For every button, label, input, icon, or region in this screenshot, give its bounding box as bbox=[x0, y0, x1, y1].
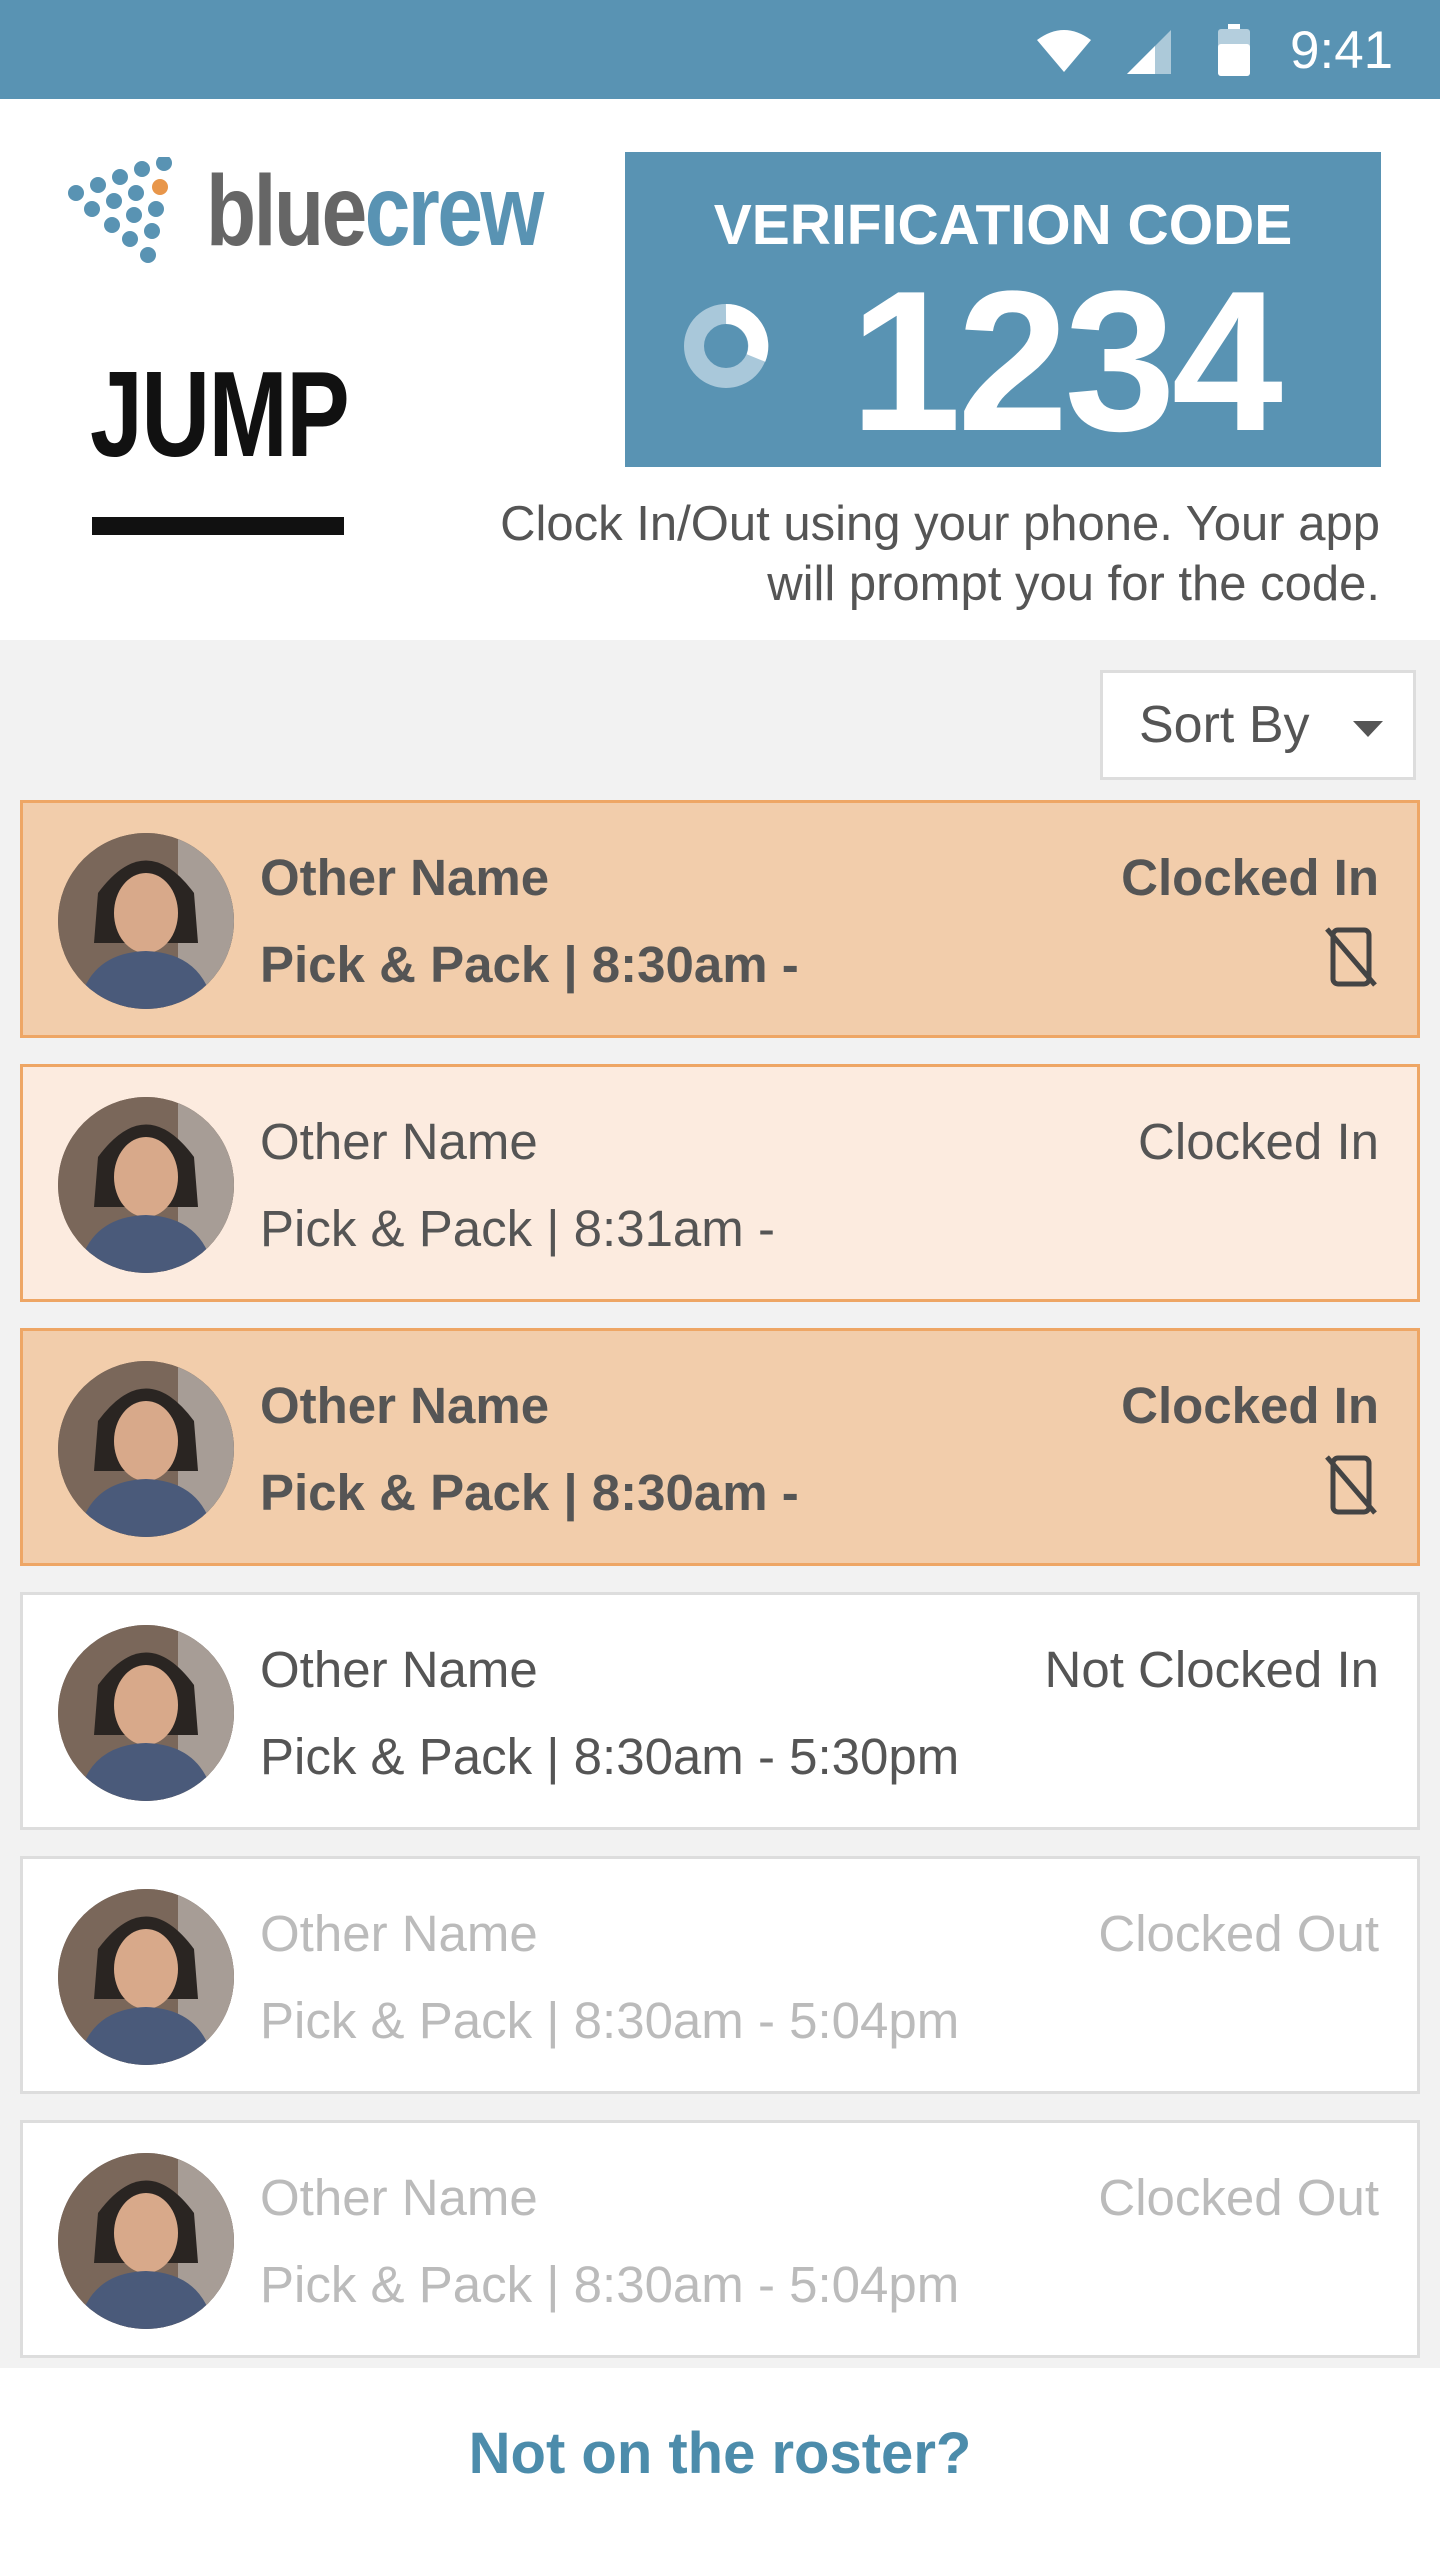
header: bluecrew JUMP VERIFICATION CODE 1234 Clo… bbox=[0, 99, 1440, 640]
employee-name: Other Name bbox=[260, 1113, 538, 1170]
logo-dots-icon bbox=[68, 157, 172, 263]
roster-row[interactable]: Other Name Pick & Pack | 8:30am - Clocke… bbox=[20, 1328, 1420, 1566]
phone-off-icon bbox=[1325, 1455, 1377, 1515]
client-name-underline bbox=[92, 517, 344, 535]
not-on-roster-link[interactable]: Not on the roster? bbox=[0, 2420, 1440, 2487]
caret-down-icon bbox=[1353, 721, 1383, 737]
verification-code-value: 1234 bbox=[850, 250, 1283, 473]
logo-word-blue: blue bbox=[206, 155, 367, 267]
verification-code-box: VERIFICATION CODE 1234 bbox=[625, 152, 1381, 472]
avatar bbox=[58, 2153, 234, 2329]
sort-by-label: Sort By bbox=[1139, 696, 1310, 754]
avatar bbox=[58, 1097, 234, 1273]
employee-shift: Pick & Pack | 8:30am - bbox=[260, 1464, 799, 1521]
employee-name: Other Name bbox=[260, 1905, 538, 1962]
employee-name: Other Name bbox=[260, 1641, 538, 1698]
roster-row[interactable]: Other Name Pick & Pack | 8:30am - 5:04pm… bbox=[20, 2120, 1420, 2358]
roster-row[interactable]: Other Name Pick & Pack | 8:30am - 5:30pm… bbox=[20, 1592, 1420, 1830]
employee-shift: Pick & Pack | 8:30am - 5:30pm bbox=[260, 1728, 960, 1785]
logo-word-crew: crew bbox=[364, 155, 545, 267]
clock-status: Clocked In bbox=[1138, 1113, 1379, 1170]
wifi-icon bbox=[1037, 30, 1091, 72]
employee-shift: Pick & Pack | 8:30am - 5:04pm bbox=[260, 2256, 960, 2313]
verification-code-label: VERIFICATION CODE bbox=[713, 193, 1293, 257]
avatar bbox=[58, 1625, 234, 1801]
status-bar: 9:41 bbox=[0, 0, 1440, 99]
avatar bbox=[58, 1361, 234, 1537]
employee-shift: Pick & Pack | 8:31am - bbox=[260, 1200, 775, 1257]
countdown-timer-icon bbox=[684, 303, 769, 388]
roster-list: Sort By Other Name Pick & Pack | 8:30am … bbox=[0, 640, 1440, 2368]
employee-shift: Pick & Pack | 8:30am - bbox=[260, 936, 799, 993]
roster-row[interactable]: Other Name Pick & Pack | 8:31am - Clocke… bbox=[20, 1064, 1420, 1302]
sort-by-dropdown[interactable]: Sort By bbox=[1100, 670, 1416, 780]
clock-status: Clocked In bbox=[1121, 849, 1379, 906]
verification-instructions: Clock In/Out using your phone. Your app … bbox=[500, 497, 1380, 611]
avatar bbox=[58, 833, 234, 1009]
roster-row[interactable]: Other Name Pick & Pack | 8:30am - Clocke… bbox=[20, 800, 1420, 1038]
clock-status: Clocked In bbox=[1121, 1377, 1379, 1434]
clock-status: Clocked Out bbox=[1098, 2169, 1379, 2226]
logo-wordmark: bluecrew bbox=[206, 151, 545, 271]
clock-status: Not Clocked In bbox=[1044, 1641, 1380, 1698]
employee-name: Other Name bbox=[260, 1377, 550, 1434]
client-name: JUMP bbox=[90, 346, 350, 482]
employee-name: Other Name bbox=[260, 849, 550, 906]
status-time: 9:41 bbox=[1290, 21, 1394, 80]
employee-name: Other Name bbox=[260, 2169, 538, 2226]
battery-icon bbox=[1218, 24, 1250, 76]
signal-icon bbox=[1127, 30, 1171, 74]
employee-shift: Pick & Pack | 8:30am - 5:04pm bbox=[260, 1992, 960, 2049]
phone-off-icon bbox=[1325, 927, 1377, 987]
avatar bbox=[58, 1889, 234, 2065]
clock-status: Clocked Out bbox=[1098, 1905, 1379, 1962]
roster-row[interactable]: Other Name Pick & Pack | 8:30am - 5:04pm… bbox=[20, 1856, 1420, 2094]
